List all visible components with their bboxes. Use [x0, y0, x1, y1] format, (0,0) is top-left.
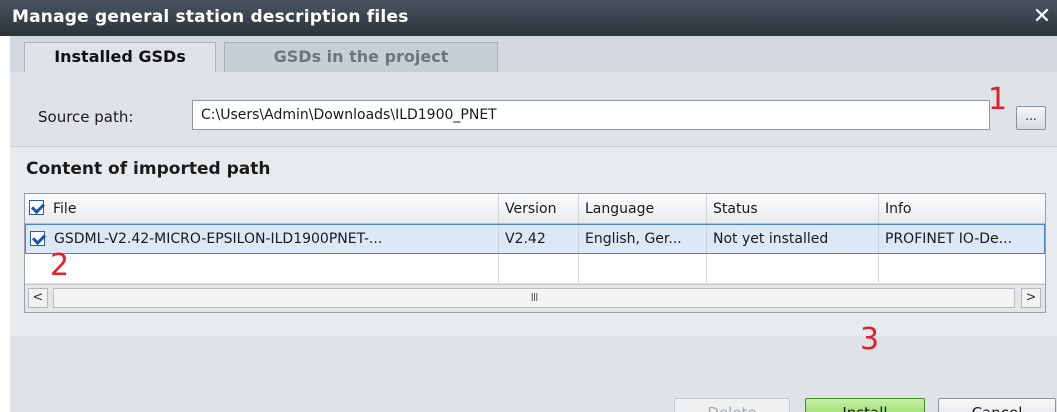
table-header: File Version Language Status Info — [25, 194, 1045, 224]
source-path-label: Source path: — [38, 108, 134, 126]
empty-row — [25, 254, 1045, 284]
row-checkbox[interactable] — [30, 231, 45, 246]
tab-gsds-in-project[interactable]: GSDs in the project — [224, 42, 498, 72]
gsd-file-table: File Version Language Status Info GSDML-… — [24, 193, 1046, 313]
scroll-left-arrow-icon[interactable]: < — [28, 288, 48, 308]
annotation-2: 2 — [50, 248, 70, 283]
empty-cell — [579, 254, 707, 283]
close-icon[interactable]: ✕ — [1031, 3, 1053, 31]
cancel-button[interactable]: Cancel — [938, 398, 1056, 412]
row-language: English, Ger... — [579, 225, 707, 253]
column-header-status[interactable]: Status — [707, 194, 879, 223]
content-section: Content of imported path File Version La… — [10, 146, 1057, 336]
row-version: V2.42 — [499, 225, 579, 253]
dialog-body: Installed GSDs GSDs in the project Sourc… — [10, 36, 1057, 412]
tab-installed-gsds[interactable]: Installed GSDs — [24, 42, 216, 72]
column-header-file[interactable]: File — [25, 194, 499, 223]
scroll-right-arrow-icon[interactable]: > — [1021, 288, 1041, 308]
delete-button[interactable]: Delete — [674, 398, 790, 412]
row-file-name: GSDML-V2.42-MICRO-EPSILON-ILD1900PNET-..… — [54, 231, 383, 247]
browse-button[interactable]: ... — [1016, 106, 1046, 130]
window-title: Manage general station description files — [12, 7, 409, 27]
column-header-version[interactable]: Version — [499, 194, 579, 223]
annotation-3: 3 — [860, 322, 880, 357]
select-all-checkbox[interactable] — [29, 200, 44, 215]
empty-cell — [879, 254, 1045, 283]
source-path-field[interactable]: C:\Users\Admin\Downloads\ILD1900_PNET — [192, 100, 990, 130]
empty-cell — [25, 254, 499, 283]
empty-cell — [707, 254, 879, 283]
header-label-file: File — [53, 201, 77, 217]
table-row[interactable]: GSDML-V2.42-MICRO-EPSILON-ILD1900PNET-..… — [25, 224, 1045, 254]
install-button[interactable]: Install — [805, 398, 925, 412]
row-info: PROFINET IO-De... — [885, 231, 1013, 247]
row-file-cell: GSDML-V2.42-MICRO-EPSILON-ILD1900PNET-..… — [26, 225, 499, 253]
row-status: Not yet installed — [707, 225, 879, 253]
title-bar: Manage general station description files… — [0, 0, 1057, 36]
column-header-language[interactable]: Language — [579, 194, 707, 223]
column-header-info[interactable]: Info — [879, 194, 1045, 223]
horizontal-scrollbar[interactable]: < III > — [25, 284, 1045, 312]
scrollbar-thumb[interactable]: III — [53, 288, 1015, 308]
empty-cell — [499, 254, 579, 283]
annotation-1: 1 — [988, 82, 1008, 117]
content-title: Content of imported path — [26, 159, 271, 179]
tab-strip: Installed GSDs GSDs in the project — [10, 36, 1057, 72]
